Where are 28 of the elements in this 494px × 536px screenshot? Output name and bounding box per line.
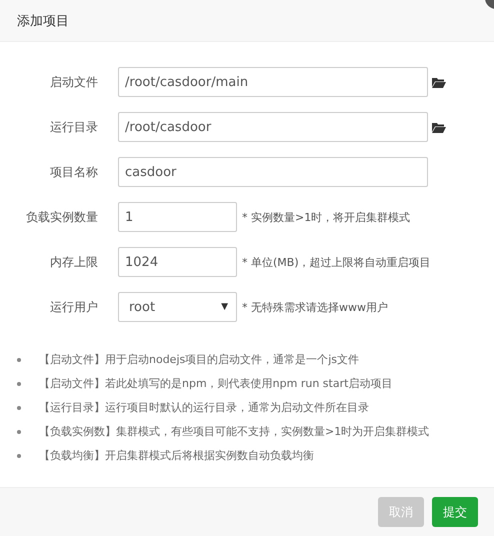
folder-icon[interactable]	[432, 122, 446, 132]
note-text: 【启动文件】用于启动nodejs项目的启动文件，通常是一个js文件	[39, 352, 360, 367]
bullet-icon	[17, 454, 21, 458]
field-hint: * 无特殊需求请选择www用户	[242, 300, 388, 314]
bullet-icon	[17, 382, 21, 386]
field-label: 运行用户	[49, 298, 98, 316]
bullet-icon	[17, 406, 21, 410]
user-dropdown[interactable]: root ▼	[118, 292, 237, 322]
note-text: 【运行目录】运行项目时默认的运行目录，通常为启动文件所在目录	[39, 400, 369, 415]
folder-icon[interactable]	[432, 76, 446, 88]
field-hint: * 单位(MB)，超过上限将自动重启项目	[242, 254, 431, 270]
bullet-icon	[17, 358, 21, 362]
text-field[interactable]: 1024	[118, 247, 237, 277]
bullet-icon	[17, 430, 21, 434]
field-label: 运行目录	[49, 118, 98, 136]
dialog-title: 添加项目	[17, 12, 69, 30]
note-text: 【负载均衡】开启集群模式后将根据实例数自动负载均衡	[39, 448, 314, 463]
text-field[interactable]: 1	[118, 202, 237, 232]
field-label: 负载实例数量	[25, 208, 98, 226]
field-label: 内存上限	[49, 254, 98, 270]
field-label: 项目名称	[49, 164, 98, 180]
note-text: 【启动文件】若此处填写的是npm，则代表使用npm run start启动项目	[39, 376, 392, 391]
text-field[interactable]: casdoor	[118, 157, 428, 187]
text-field[interactable]: /root/casdoor/main	[118, 67, 428, 97]
field-label: 启动文件	[49, 74, 98, 90]
note-text: 【负载实例数】集群模式，有些项目可能不支持，实例数量>1时为开启集群模式	[39, 424, 430, 439]
text-field[interactable]: /root/casdoor	[118, 112, 428, 142]
field-hint: * 实例数量>1时，将开启集群模式	[242, 210, 410, 224]
